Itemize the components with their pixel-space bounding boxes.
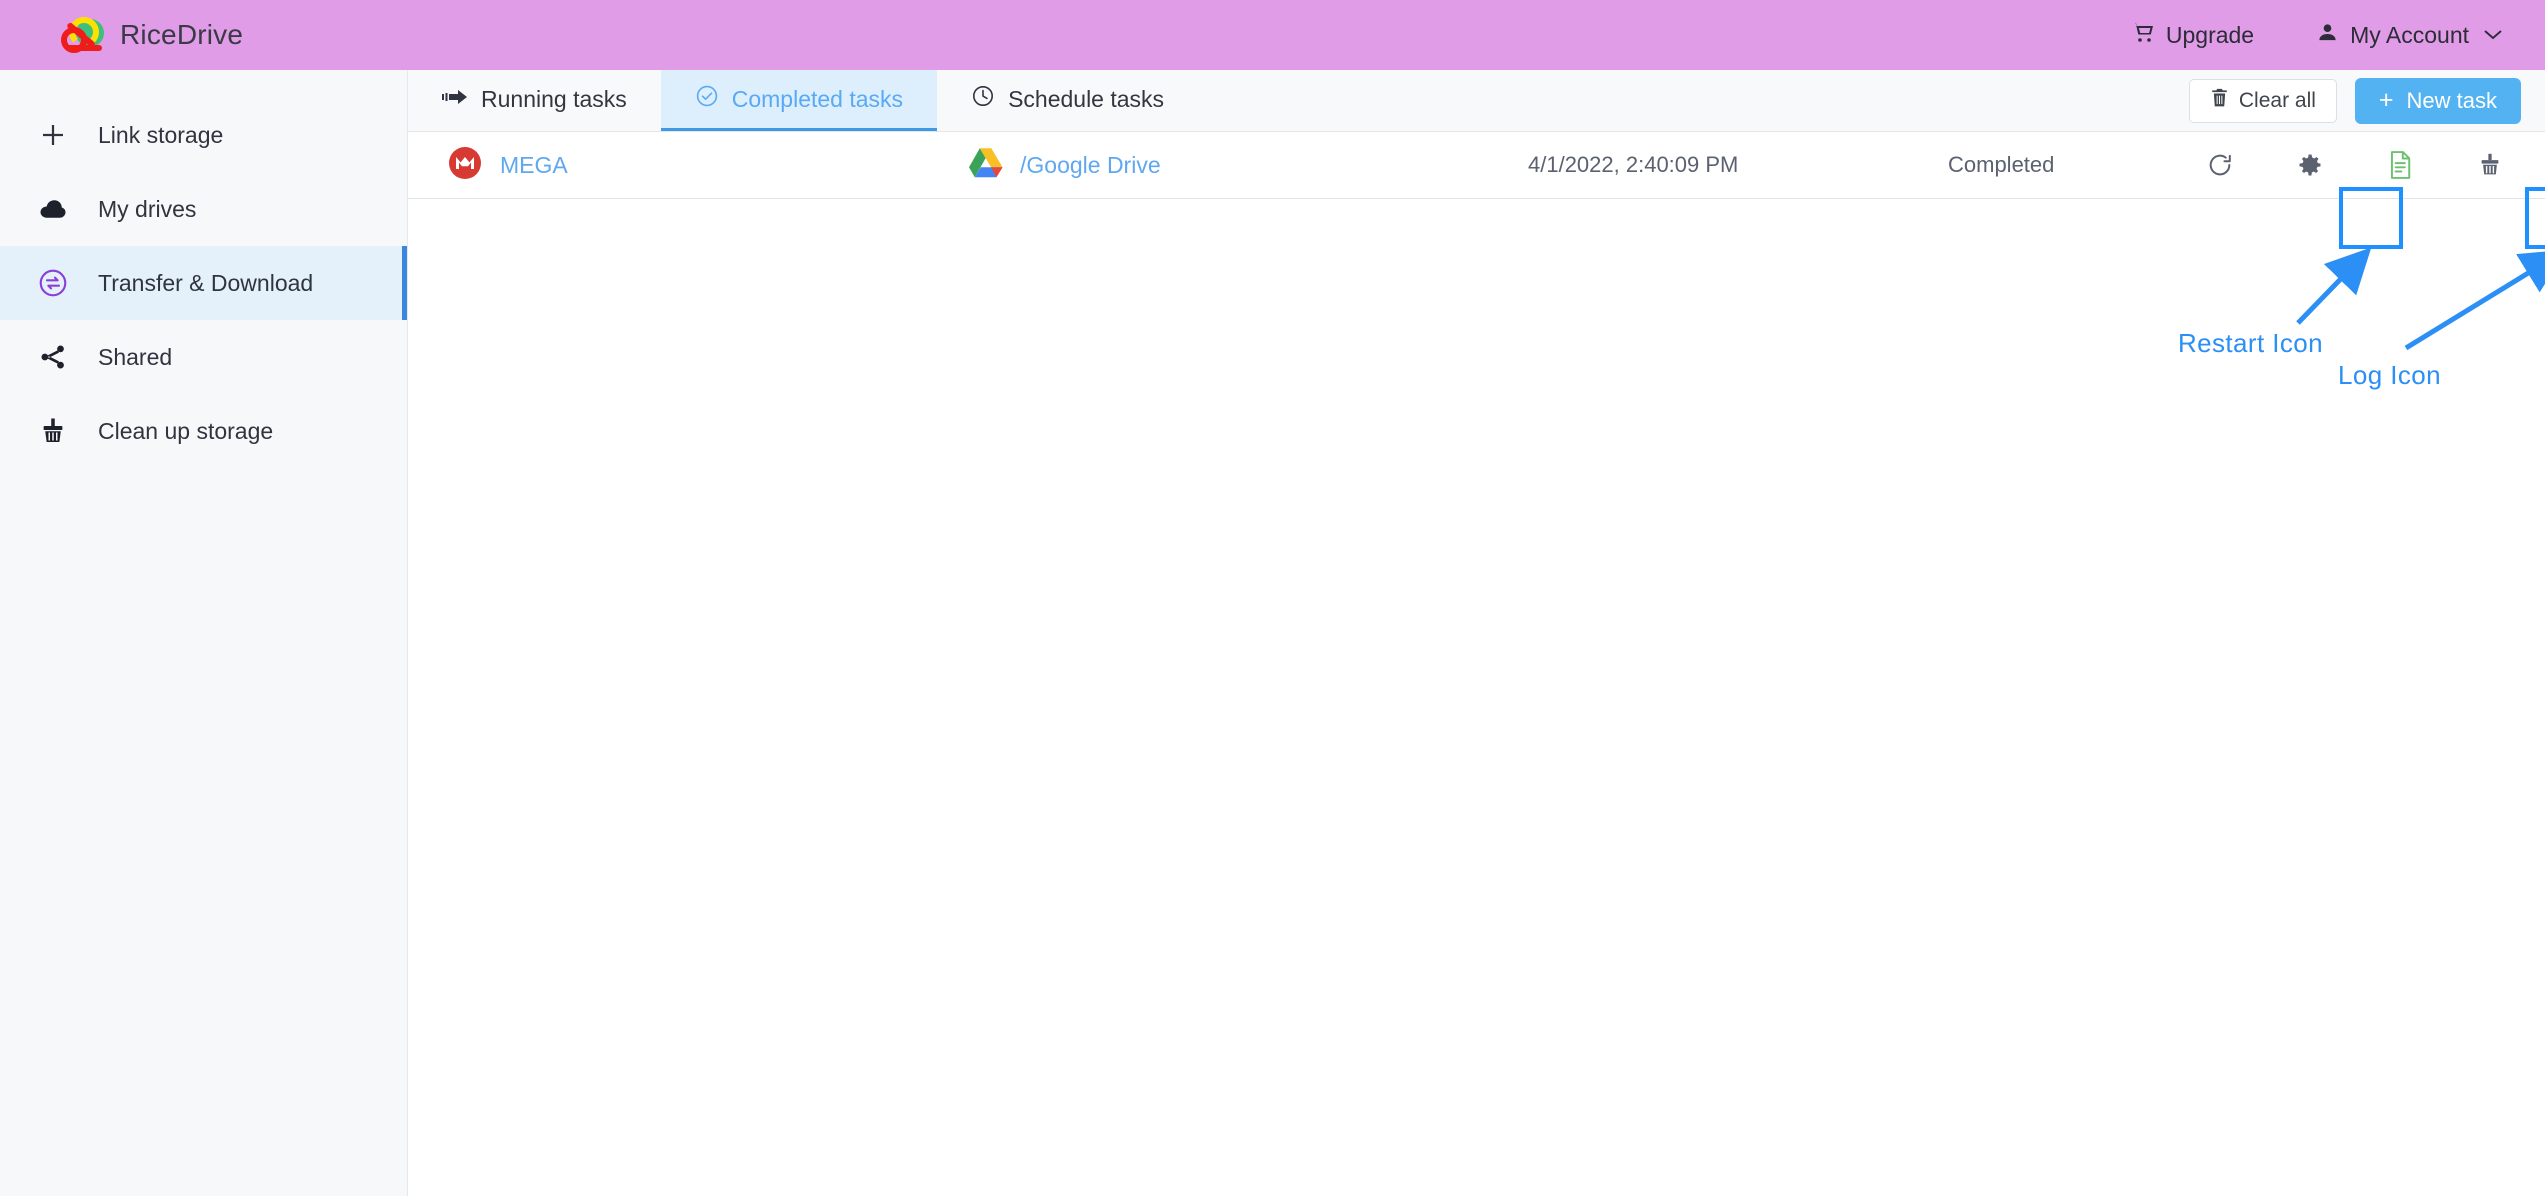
arrow-right-motion-icon	[442, 86, 468, 113]
sidebar-item-transfer-download[interactable]: Transfer & Download	[0, 246, 407, 320]
task-actions	[2203, 148, 2545, 182]
upgrade-button[interactable]: Upgrade	[2131, 20, 2254, 50]
transfer-circle-icon	[30, 267, 76, 299]
brand-name: RiceDrive	[120, 19, 244, 50]
tab-label: Running tasks	[481, 85, 627, 112]
tab-label: Completed tasks	[731, 85, 904, 112]
clear-all-button[interactable]: Clear all	[2188, 78, 2337, 123]
table-row[interactable]: MEGA /Google Drive 4/1/2022, 2:40:09 PM …	[408, 132, 2545, 199]
broom-icon[interactable]	[2473, 148, 2507, 182]
sidebar-item-label: Shared	[98, 343, 173, 370]
app-root: RiceDrive Upgrade My Account Link storag…	[0, 0, 2545, 1196]
main-panel: Running tasks Completed tasks Schedule t…	[408, 70, 2545, 1196]
new-task-label: New task	[2406, 87, 2497, 113]
brand[interactable]: RiceDrive	[60, 15, 243, 55]
sidebar: Link storage My drives Transfer & Downlo…	[0, 70, 408, 1196]
sidebar-item-label: My drives	[98, 195, 197, 222]
log-file-icon[interactable]	[2383, 148, 2417, 182]
task-source-cell: MEGA	[408, 146, 968, 185]
user-icon	[2316, 21, 2339, 50]
share-nodes-icon	[30, 342, 76, 372]
cart-icon	[2131, 20, 2155, 50]
sidebar-item-clean-up-storage[interactable]: Clean up storage	[0, 394, 407, 468]
my-account-button[interactable]: My Account	[2316, 21, 2503, 50]
annotation-arrows	[2296, 247, 2545, 351]
chevron-down-icon	[2483, 25, 2503, 46]
clock-icon	[971, 84, 995, 114]
annotation-layer: Restart Icon Log Icon	[408, 70, 2545, 1196]
google-drive-icon	[968, 147, 1004, 184]
tab-completed-tasks[interactable]: Completed tasks	[660, 70, 938, 131]
new-task-button[interactable]: + New task	[2354, 77, 2521, 124]
clear-all-label: Clear all	[2238, 88, 2316, 112]
sidebar-item-link-storage[interactable]: Link storage	[0, 98, 407, 172]
log-icon-annotation-label: Log Icon	[2338, 360, 2441, 390]
tab-label: Schedule tasks	[1008, 85, 1165, 112]
upgrade-label: Upgrade	[2165, 21, 2255, 48]
trash-icon	[2210, 88, 2229, 114]
task-tabbar: Running tasks Completed tasks Schedule t…	[408, 70, 2545, 132]
my-account-label: My Account	[2350, 21, 2469, 48]
mega-icon	[448, 146, 482, 185]
tabbar-actions: Clear all + New task	[2188, 70, 2545, 131]
task-destination-cell: /Google Drive	[968, 147, 1528, 184]
top-header: RiceDrive Upgrade My Account	[0, 0, 2545, 70]
tab-schedule-tasks[interactable]: Schedule tasks	[937, 70, 1198, 131]
check-circle-icon	[695, 84, 719, 114]
ricedrive-cloud-logo-icon	[60, 15, 106, 55]
task-destination-name[interactable]: /Google Drive	[1020, 152, 1161, 179]
sidebar-item-shared[interactable]: Shared	[0, 320, 407, 394]
broom-icon	[30, 416, 76, 446]
restart-icon-annotation-label: Restart Icon	[2178, 328, 2323, 358]
task-source-name[interactable]: MEGA	[500, 152, 568, 179]
status-badge: Completed	[1948, 152, 2055, 177]
gear-icon[interactable]	[2293, 148, 2327, 182]
sidebar-item-label: Link storage	[98, 121, 224, 148]
sidebar-item-label: Transfer & Download	[98, 269, 314, 296]
restart-icon[interactable]	[2203, 148, 2237, 182]
plus-icon: +	[2378, 86, 2394, 114]
cloud-icon	[30, 194, 76, 224]
task-time: 4/1/2022, 2:40:09 PM	[1528, 152, 1739, 177]
tab-running-tasks[interactable]: Running tasks	[408, 70, 661, 131]
plus-icon	[30, 120, 76, 150]
sidebar-item-my-drives[interactable]: My drives	[0, 172, 407, 246]
sidebar-item-label: Clean up storage	[98, 417, 274, 444]
header-actions: Upgrade My Account	[2131, 20, 2503, 50]
